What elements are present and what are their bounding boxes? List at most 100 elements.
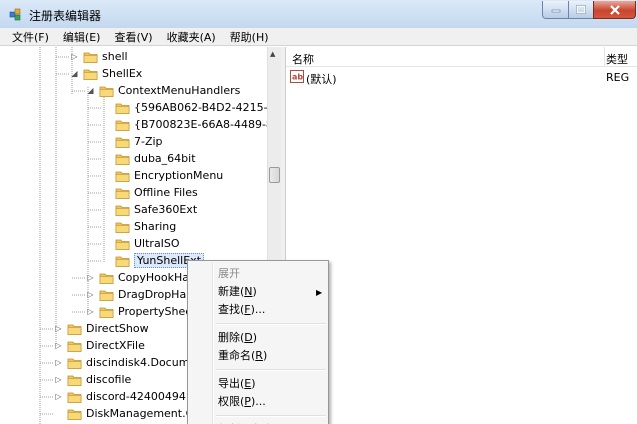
tree-item[interactable]: ▷ shell [70, 48, 127, 65]
expand-arrow-icon[interactable]: ▷ [54, 341, 63, 350]
string-value-icon: ab [290, 70, 304, 83]
menu-favorites[interactable]: 收藏夹(A) [167, 29, 216, 45]
folder-icon [99, 86, 114, 97]
expand-arrow-icon[interactable]: ▷ [54, 392, 63, 401]
tree-item[interactable]: ▷ DirectXFile [54, 337, 144, 354]
column-header-type[interactable]: 类型 [606, 51, 628, 67]
expand-arrow-icon[interactable]: ▷ [54, 375, 63, 384]
tree-item[interactable]: EncryptionMenu [102, 167, 223, 184]
tree-item-label: discofile [86, 373, 132, 386]
tree-item-label: DirectShow [86, 322, 149, 335]
expand-arrow-icon[interactable]: ▷ [70, 52, 79, 61]
tree-item[interactable]: duba_64bit [102, 150, 196, 167]
folder-icon [115, 120, 130, 131]
tree-item-label: {B700823E-66A8-4489-8FC [134, 118, 267, 131]
tree-item[interactable]: ◢ ContextMenuHandlers [86, 82, 240, 99]
tree-item[interactable]: ▷ DragDropHand [86, 286, 200, 303]
folder-icon [115, 188, 130, 199]
menu-edit[interactable]: 编辑(E) [63, 29, 101, 45]
folder-icon [67, 392, 82, 403]
tree-item[interactable]: ▷ discord-42400494148 [54, 388, 206, 405]
close-button[interactable] [593, 1, 636, 19]
menu-file[interactable]: 文件(F) [12, 29, 49, 45]
folder-icon [115, 137, 130, 148]
context-menu-item[interactable]: 查找(F)... [218, 301, 265, 319]
folder-icon [115, 154, 130, 165]
tree-item[interactable]: ◢ ShellEx [70, 65, 142, 82]
context-menu: 展开 新建(N) ▶ 查找(F)... 删除(D) 重命名(R) 导出(E) 权限(P)...… [187, 260, 329, 424]
tree-item[interactable]: Safe360Ext [102, 201, 197, 218]
collapse-arrow-icon[interactable]: ◢ [86, 86, 95, 95]
list-item[interactable]: ab (默认) REG [286, 69, 637, 86]
folder-icon [115, 103, 130, 114]
registry-editor-window: 注册表编辑器 文件(F) 编辑(E) 查看(V) 收藏夹(A) 帮助(H) ▷ s… [0, 0, 637, 424]
tree-item[interactable]: {596AB062-B4D2-4215-9F7 [102, 99, 267, 116]
folder-icon [99, 290, 114, 301]
context-menu-item[interactable]: 删除(D) [218, 329, 257, 347]
collapse-arrow-icon[interactable]: ◢ [70, 69, 79, 78]
tree-item-label: ContextMenuHandlers [118, 84, 241, 97]
expand-arrow-icon[interactable]: ▷ [54, 324, 63, 333]
registry-editor-icon [9, 8, 21, 21]
expand-arrow-icon[interactable]: ▷ [86, 307, 95, 316]
minimize-icon [551, 9, 560, 12]
column-separator[interactable] [604, 47, 605, 67]
scroll-up-arrow-icon[interactable]: ▲ [270, 50, 275, 58]
context-menu-item[interactable]: 新建(N) [218, 283, 257, 301]
context-menu-separator [216, 369, 326, 371]
tree-item[interactable]: ▷ discindisk4.Documen [54, 354, 203, 371]
tree-item-label: {596AB062-B4D2-4215-9F7 [134, 101, 267, 114]
context-menu-separator [216, 323, 326, 325]
folder-icon [83, 69, 98, 80]
folder-icon [99, 307, 114, 318]
close-icon [609, 4, 620, 15]
context-menu-item[interactable]: 重命名(R) [218, 347, 267, 365]
context-menu-separator [216, 415, 326, 417]
folder-icon [115, 205, 130, 216]
tree-item[interactable]: Offline Files [102, 184, 198, 201]
tree-item[interactable]: 7-Zip [102, 133, 163, 150]
context-menu-item[interactable]: 导出(E) [218, 375, 256, 393]
tree-item-label: UltraISO [134, 237, 180, 250]
value-name: (默认) [306, 73, 337, 86]
menu-help[interactable]: 帮助(H) [230, 29, 269, 45]
tree-item[interactable]: Sharing [102, 218, 176, 235]
expand-arrow-icon[interactable]: ▷ [54, 358, 63, 367]
window-title: 注册表编辑器 [29, 9, 102, 23]
context-menu-item[interactable]: 权限(P)... [218, 393, 266, 411]
tree-item[interactable]: ▷ CopyHookHan [86, 269, 196, 286]
scrollbar-thumb[interactable] [269, 167, 280, 183]
list-header: 名称 类型 [286, 47, 637, 67]
expand-arrow-icon[interactable]: ▷ [86, 290, 95, 299]
folder-icon [115, 256, 130, 267]
folder-icon [67, 375, 82, 386]
tree-item[interactable]: UltraISO [102, 235, 180, 252]
title-bar[interactable]: 注册表编辑器 [0, 0, 637, 28]
minimize-button[interactable] [542, 1, 569, 19]
tree-item[interactable]: ▷ DirectShow [54, 320, 149, 337]
tree-item[interactable]: {B700823E-66A8-4489-8FC [102, 116, 267, 133]
column-header-name[interactable]: 名称 [292, 51, 314, 67]
menu-view[interactable]: 查看(V) [114, 29, 152, 45]
menu-bar: 文件(F) 编辑(E) 查看(V) 收藏夹(A) 帮助(H) [0, 28, 637, 46]
expand-arrow-icon[interactable]: ▷ [86, 273, 95, 282]
context-menu-item[interactable]: 展开 [218, 265, 240, 283]
values-list[interactable]: 名称 类型 ab (默认) REG [286, 47, 637, 424]
value-type: REG [606, 71, 630, 84]
maximize-button[interactable] [568, 1, 594, 19]
tree-item-label: discindisk4.Documen [86, 356, 204, 369]
tree-item[interactable]: DiskManagement.Co [54, 405, 200, 422]
tree-item[interactable]: ▷ discofile [54, 371, 131, 388]
folder-icon [67, 409, 82, 420]
folder-icon [83, 52, 98, 63]
submenu-arrow-icon: ▶ [316, 288, 323, 297]
tree-item-label: CopyHookHan [118, 271, 196, 284]
